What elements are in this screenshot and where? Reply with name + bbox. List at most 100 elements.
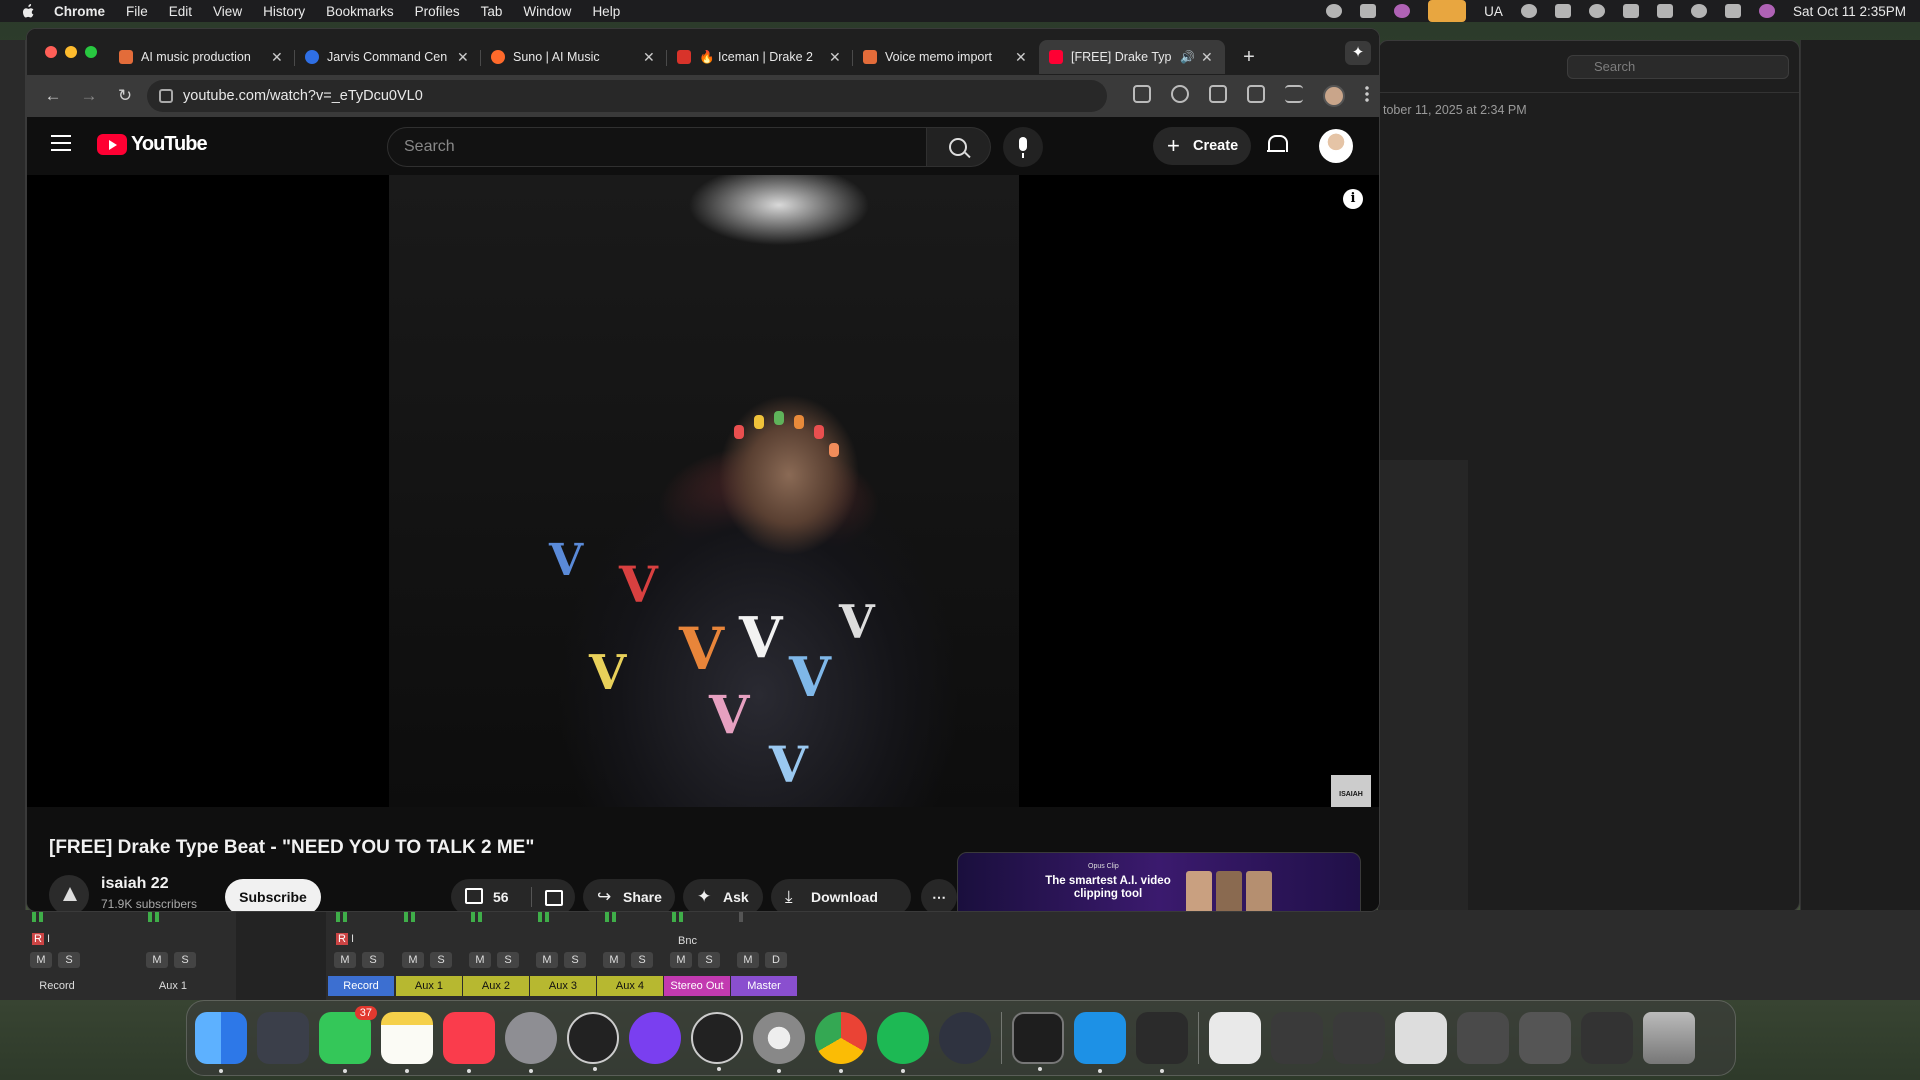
menu-app-name[interactable]: Chrome [54,4,105,19]
channel-name[interactable]: Master [731,976,797,996]
system-settings-icon[interactable] [505,1012,557,1073]
reload-icon[interactable]: ↻ [107,86,143,106]
like-count[interactable]: 56 [493,879,509,911]
address-bar[interactable]: youtube.com/watch?v=_eTyDcu0VL0 [147,80,1107,112]
menu-tab[interactable]: Tab [481,4,503,19]
gemini-icon[interactable]: ✦ [1345,41,1371,65]
back-icon[interactable]: ← [35,86,71,106]
channel-name[interactable]: Aux 3 [530,976,596,996]
ask-button[interactable]: ✦ Ask [683,879,763,911]
solo-button[interactable]: S [174,952,196,968]
play-icon[interactable] [1588,4,1605,18]
disk-utility-icon[interactable] [753,1012,805,1073]
terminal-icon[interactable] [1012,1012,1064,1071]
music-icon[interactable] [443,1012,495,1073]
tab-youtube-active[interactable]: [FREE] Drake Typ 🔊 ✕ [1039,40,1225,74]
mute-button[interactable]: M [670,952,692,968]
arc-icon[interactable] [629,1012,681,1064]
trash-icon[interactable] [1643,1012,1695,1064]
channel-name[interactable]: Aux 2 [463,976,529,996]
audio-editor-icon[interactable] [1136,1012,1188,1073]
voice-search-icon[interactable] [1003,127,1043,167]
reading-mode-icon[interactable] [1247,85,1265,103]
mute-button[interactable]: M [536,952,558,968]
menu-window[interactable]: Window [523,4,571,19]
subscribe-button[interactable]: Subscribe [225,879,321,911]
sponsored-ad[interactable]: Opus Clip The smartest A.I. video clippi… [957,852,1361,911]
weather-icon[interactable] [1326,4,1343,18]
more-actions-icon[interactable]: ⋯ [921,879,957,911]
audio-playing-icon[interactable]: 🔊 [1180,50,1195,64]
sparkle-icon[interactable] [1360,4,1377,18]
status-app-icon[interactable] [1394,4,1411,18]
finder-icon[interactable] [195,1012,247,1073]
solo-button[interactable]: S [631,952,653,968]
download-button[interactable]: ⤓ Download [771,879,911,911]
close-tab-icon[interactable]: ✕ [271,49,285,66]
channel-avatar[interactable] [49,875,89,911]
close-tab-icon[interactable]: ✕ [1201,49,1215,66]
notes-search-field[interactable]: Search [1567,55,1789,79]
audio-file-icon[interactable] [1209,1012,1261,1064]
menu-clock[interactable]: Sat Oct 11 2:35PM [1793,4,1906,19]
profile-avatar[interactable] [1323,85,1345,107]
close-tab-icon[interactable]: ✕ [829,49,843,66]
notifications-bell-icon[interactable] [1267,135,1288,155]
window-thumbnail-icon[interactable] [1457,1012,1509,1064]
atom-icon[interactable] [939,1012,991,1064]
audio-midi-icon[interactable] [691,1012,743,1071]
window-thumbnail-icon[interactable] [1519,1012,1571,1064]
record-input-flags[interactable]: RI [336,933,354,945]
account-avatar[interactable] [1319,129,1353,163]
battery-icon[interactable] [1622,4,1639,18]
control-center-icon[interactable] [1724,4,1741,18]
vpn-icon[interactable] [1554,4,1571,18]
solo-button[interactable]: S [58,952,80,968]
forward-icon[interactable]: → [71,86,107,106]
channel-name[interactable]: isaiah 22 [101,875,169,893]
menu-profiles[interactable]: Profiles [415,4,460,19]
solo-button[interactable]: S [362,952,384,968]
like-thumb-icon[interactable] [465,888,483,904]
video-player[interactable]: V V V V V V V V V i ISAIAH [27,175,1379,815]
solo-button[interactable]: S [430,952,452,968]
mute-button[interactable]: M [603,952,625,968]
bounce-label[interactable]: Bnc [678,935,697,947]
notes-icon[interactable] [381,1012,433,1073]
window-thumbnail-icon[interactable] [1395,1012,1447,1064]
menu-history[interactable]: History [263,4,305,19]
close-window-button[interactable] [45,46,57,58]
search-button-icon[interactable] [927,127,991,167]
solo-button[interactable]: S [497,952,519,968]
info-icon[interactable]: i [1343,189,1363,209]
record-input-flags[interactable]: RI [32,933,50,945]
tab-jarvis[interactable]: Jarvis Command Cen ✕ [295,40,481,74]
menu-file[interactable]: File [126,4,148,19]
video-frame[interactable]: V V V V V V V V V [389,175,1019,807]
mute-button[interactable]: M [469,952,491,968]
site-info-icon[interactable] [159,89,173,103]
more-menu-icon[interactable] [1365,85,1369,103]
solo-button[interactable]: S [698,952,720,968]
mute-button[interactable]: M [737,952,759,968]
tab-ai-music-production[interactable]: AI music production ✕ [109,40,295,74]
chrome-icon[interactable] [815,1012,867,1073]
bookmark-star-icon[interactable] [1171,85,1189,103]
minimize-window-button[interactable] [65,46,77,58]
mute-button[interactable]: M [402,952,424,968]
spotify-icon[interactable] [877,1012,929,1073]
cast-icon[interactable] [1133,85,1151,103]
channel-name[interactable]: Record [328,976,394,996]
menu-hamburger-icon[interactable] [51,135,71,151]
microphone-icon[interactable] [1428,0,1467,22]
mute-button[interactable]: M [146,952,168,968]
dim-button[interactable]: D [765,952,787,968]
menu-bookmarks[interactable]: Bookmarks [326,4,394,19]
dislike-thumb-icon[interactable] [545,890,563,906]
close-tab-icon[interactable]: ✕ [457,49,471,66]
new-tab-button[interactable]: + [1237,46,1261,69]
close-tab-icon[interactable]: ✕ [643,49,657,66]
tab-suno[interactable]: Suno | AI Music ✕ [481,40,667,74]
messages-icon[interactable]: 37 [319,1006,377,1073]
launchpad-icon[interactable] [257,1012,309,1064]
